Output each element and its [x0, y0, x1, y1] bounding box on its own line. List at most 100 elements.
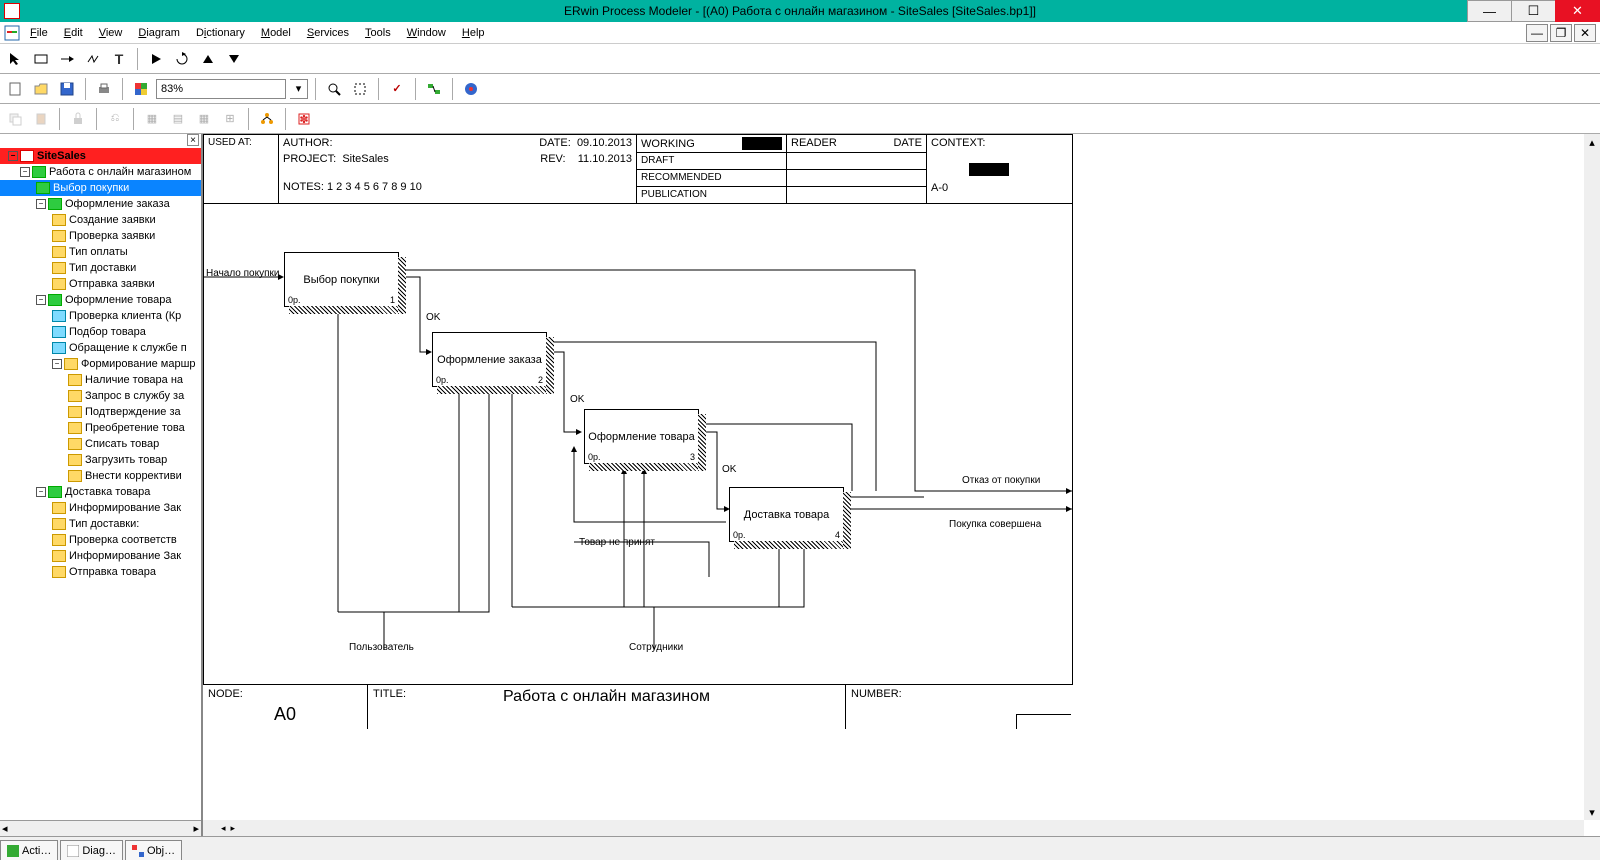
model-button[interactable] [460, 78, 482, 100]
tree-item[interactable]: −Работа с онлайн магазином [0, 164, 201, 180]
tab-activities[interactable]: Acti… [0, 840, 58, 860]
menu-model[interactable]: Model [253, 27, 299, 39]
link-button[interactable] [423, 78, 445, 100]
new-button[interactable] [4, 78, 26, 100]
tree-item[interactable]: Списать товар [0, 436, 201, 452]
tree-item[interactable]: Запрос в службу за [0, 388, 201, 404]
tree-item[interactable]: Преобретение това [0, 420, 201, 436]
tree-item[interactable]: −Формирование маршр [0, 356, 201, 372]
mdi-minimize-button[interactable]: — [1526, 24, 1548, 42]
toolbar-tools: T [0, 44, 1600, 74]
tree-item[interactable]: Тип доставки [0, 260, 201, 276]
tree-item[interactable]: Тип доставки: [0, 516, 201, 532]
tree-item[interactable]: Создание заявки [0, 212, 201, 228]
tab-diagrams[interactable]: Diag… [60, 840, 123, 860]
explorer-tabs: Acti… Diag… Obj… [0, 836, 1600, 860]
activity-box-4[interactable]: Доставка товара 0р.4 [729, 487, 844, 542]
mdi-restore-button[interactable]: ❐ [1550, 24, 1572, 42]
menu-file[interactable]: File [22, 27, 56, 39]
tree-item[interactable]: −Оформление товара [0, 292, 201, 308]
tree-item[interactable]: Проверка соответств [0, 532, 201, 548]
arrow-tool[interactable] [56, 48, 78, 70]
lock-button[interactable] [67, 108, 89, 130]
pointer-tool[interactable] [4, 48, 26, 70]
down-tool[interactable] [223, 48, 245, 70]
arrow-label: OK [426, 312, 440, 323]
zoom-input[interactable] [156, 79, 286, 99]
undo-button[interactable]: ⎌ [104, 108, 126, 130]
menu-diagram[interactable]: Diagram [130, 27, 188, 39]
titlebar: ERwin Process Modeler - [(A0) Работа с о… [0, 0, 1600, 22]
svg-text:✽: ✽ [299, 114, 308, 126]
menu-dictionary[interactable]: Dictionary [188, 27, 253, 39]
hdr-used-at: USED AT: [204, 135, 279, 203]
activity-box-3[interactable]: Оформление товара 0р.3 [584, 409, 699, 464]
paste-button[interactable] [30, 108, 52, 130]
copy-button[interactable] [4, 108, 26, 130]
sidebar-hscroll[interactable]: ◂▸ [0, 820, 201, 836]
arrow-label: Начало покупки [206, 268, 279, 279]
sidebar-close-button[interactable]: × [187, 134, 199, 146]
activity-box-1[interactable]: Выбор покупки 0р.1 [284, 252, 399, 307]
zoom-dropdown[interactable]: ▾ [290, 79, 308, 99]
tree-item[interactable]: −Доставка товара [0, 484, 201, 500]
print-button[interactable] [93, 78, 115, 100]
maximize-button[interactable]: ☐ [1511, 0, 1556, 22]
tree-item[interactable]: Отправка товара [0, 564, 201, 580]
zoom-fit-button[interactable] [349, 78, 371, 100]
activity-box-2[interactable]: Оформление заказа 0р.2 [432, 332, 547, 387]
model-tree[interactable]: −SiteSales −Работа с онлайн магазином Вы… [0, 134, 201, 820]
squiggle-tool[interactable] [82, 48, 104, 70]
minimize-button[interactable]: — [1467, 0, 1512, 22]
run-tool[interactable] [145, 48, 167, 70]
tree-item[interactable]: Отправка заявки [0, 276, 201, 292]
tree-item[interactable]: Информирование Зак [0, 548, 201, 564]
refresh-tool[interactable] [171, 48, 193, 70]
tree-item[interactable]: Наличие товара на [0, 372, 201, 388]
tree-item[interactable]: Проверка заявки [0, 228, 201, 244]
spellcheck-button[interactable]: ✓ [386, 78, 408, 100]
tree-item-selected[interactable]: Выбор покупки [0, 180, 201, 196]
tree-item[interactable]: −Оформление заказа [0, 196, 201, 212]
tree-item[interactable]: Внести коррективи [0, 468, 201, 484]
toolbar-file: ▾ ✓ [0, 74, 1600, 104]
canvas-vscroll[interactable]: ▴▾ [1584, 134, 1600, 820]
up-tool[interactable] [197, 48, 219, 70]
app-icon [4, 3, 20, 19]
tree-item[interactable]: Обращение к службе п [0, 340, 201, 356]
grid1-button[interactable]: ▦ [141, 108, 163, 130]
menu-bar: File Edit View Diagram Dictionary Model … [0, 22, 1600, 44]
menu-help[interactable]: Help [454, 27, 493, 39]
grid2-button[interactable]: ▤ [167, 108, 189, 130]
tree-root[interactable]: −SiteSales [0, 148, 201, 164]
grid4-button[interactable]: ⊞ [219, 108, 241, 130]
menu-window[interactable]: Window [399, 27, 454, 39]
org-button[interactable] [256, 108, 278, 130]
zoom-in-button[interactable] [323, 78, 345, 100]
menu-edit[interactable]: Edit [56, 27, 91, 39]
menu-services[interactable]: Services [299, 27, 357, 39]
mdi-close-button[interactable]: ✕ [1574, 24, 1596, 42]
tree-item[interactable]: Подтверждение за [0, 404, 201, 420]
menu-view[interactable]: View [91, 27, 131, 39]
tree-item[interactable]: Информирование Зак [0, 500, 201, 516]
tree-item[interactable]: Подбор товара [0, 324, 201, 340]
grid3-button[interactable]: ▦ [193, 108, 215, 130]
activity-box-tool[interactable] [30, 48, 52, 70]
menu-tools[interactable]: Tools [357, 27, 399, 39]
text-tool[interactable]: T [108, 48, 130, 70]
tree-item[interactable]: Загрузить товар [0, 452, 201, 468]
tree-item[interactable]: Тип оплаты [0, 244, 201, 260]
tree-item[interactable]: Проверка клиента (Кр [0, 308, 201, 324]
open-button[interactable] [30, 78, 52, 100]
arrow-label: OK [722, 464, 736, 475]
palette-button[interactable] [130, 78, 152, 100]
close-button[interactable]: ✕ [1555, 0, 1600, 22]
window-title: ERwin Process Modeler - [(A0) Работа с о… [564, 4, 1036, 18]
save-button[interactable] [56, 78, 78, 100]
canvas-hscroll[interactable]: ◂ ▸ [203, 820, 1584, 836]
diagram-canvas[interactable]: USED AT: AUTHOR: DATE: 09.10.2013 PROJEC… [203, 134, 1600, 836]
tab-objects[interactable]: Obj… [125, 840, 182, 860]
arrow-label: Покупка совершена [949, 519, 1041, 530]
validate-button[interactable]: ✽ [293, 108, 315, 130]
